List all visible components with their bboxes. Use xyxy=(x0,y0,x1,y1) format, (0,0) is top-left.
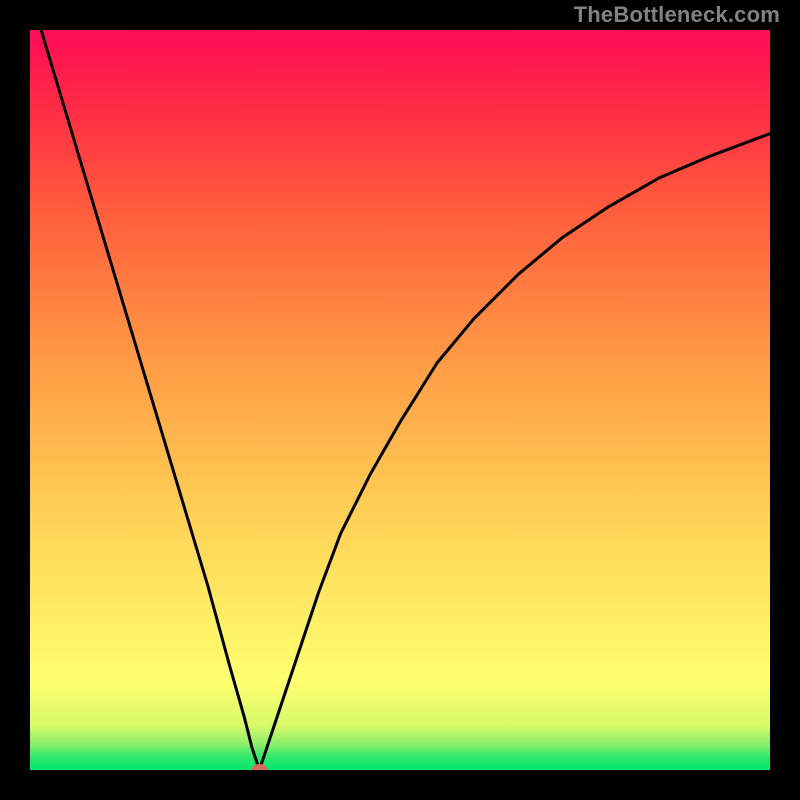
plot-bg xyxy=(30,30,770,770)
bottleneck-chart xyxy=(0,0,800,800)
chart-frame: TheBottleneck.com xyxy=(0,0,800,800)
watermark-text: TheBottleneck.com xyxy=(574,2,780,28)
